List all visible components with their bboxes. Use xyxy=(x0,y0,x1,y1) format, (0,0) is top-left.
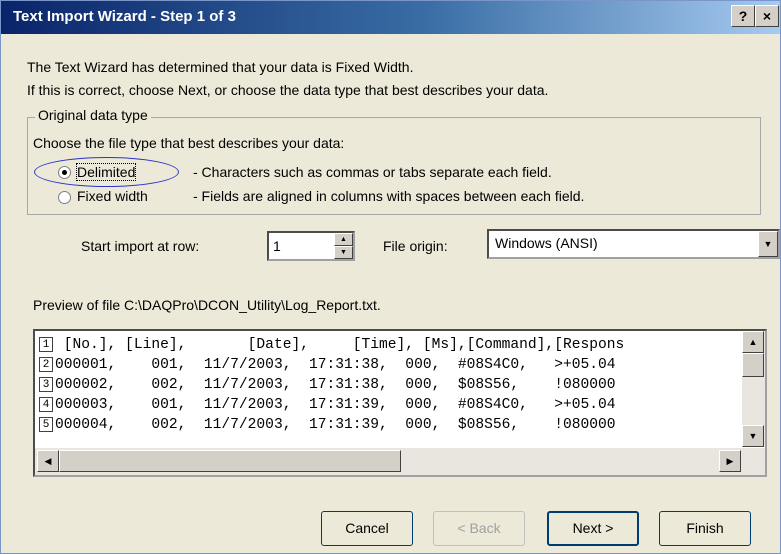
group-legend: Original data type xyxy=(35,107,151,123)
file-origin-label: File origin: xyxy=(383,238,448,254)
preview-label: Preview of file C:\DAQPro\DCON_Utility\L… xyxy=(33,297,381,313)
preview-line: 3 000002, 002, 11/7/2003, 17:31:38, 000,… xyxy=(35,375,740,395)
fixed-width-radio[interactable] xyxy=(58,191,71,204)
back-label: < Back xyxy=(457,520,501,536)
text-import-wizard-dialog: Text Import Wizard - Step 1 of 3 ? × The… xyxy=(0,0,781,554)
line-number: 3 xyxy=(39,377,53,392)
scroll-right-icon[interactable]: ▶ xyxy=(719,450,741,472)
file-preview[interactable]: 1 [No.], [Line], [Date], [Time], [Ms],[C… xyxy=(33,329,767,477)
file-type-prompt: Choose the file type that best describes… xyxy=(33,135,345,151)
back-button[interactable]: < Back xyxy=(433,511,525,546)
horizontal-scroll-thumb[interactable] xyxy=(59,450,401,472)
start-row-label: Start import at row: xyxy=(81,238,200,254)
window-title: Text Import Wizard - Step 1 of 3 xyxy=(13,8,236,25)
preview-text: 000001, 001, 11/7/2003, 17:31:38, 000, #… xyxy=(55,357,616,373)
preview-line: 1 [No.], [Line], [Date], [Time], [Ms],[C… xyxy=(35,335,740,355)
next-button[interactable]: Next > xyxy=(547,511,639,546)
file-origin-value: Windows (ANSI) xyxy=(495,235,598,251)
title-bar[interactable]: Text Import Wizard - Step 1 of 3 ? × xyxy=(1,1,780,34)
line-number: 4 xyxy=(39,397,53,412)
chevron-down-icon[interactable]: ▼ xyxy=(758,231,778,257)
cancel-button[interactable]: Cancel xyxy=(321,511,413,546)
preview-text: 000004, 002, 11/7/2003, 17:31:39, 000, $… xyxy=(55,417,616,433)
line-number: 5 xyxy=(39,417,53,432)
cancel-label: Cancel xyxy=(345,520,389,536)
horizontal-scrollbar[interactable]: ◀ ▶ xyxy=(35,448,765,475)
preview-line: 4 000003, 001, 11/7/2003, 17:31:39, 000,… xyxy=(35,395,740,415)
start-row-value: 1 xyxy=(273,238,281,254)
line-number: 2 xyxy=(39,357,53,372)
vertical-scroll-thumb[interactable] xyxy=(742,353,764,377)
preview-text: 000002, 002, 11/7/2003, 17:31:38, 000, $… xyxy=(55,377,616,393)
start-row-spinner[interactable]: 1 ▲ ▼ xyxy=(267,231,355,261)
preview-text: [No.], [Line], [Date], [Time], [Ms],[Com… xyxy=(55,337,625,353)
delimited-description: - Characters such as commas or tabs sepa… xyxy=(193,164,552,180)
preview-text: 000003, 001, 11/7/2003, 17:31:39, 000, #… xyxy=(55,397,616,413)
spin-up-icon[interactable]: ▲ xyxy=(334,233,353,246)
annotation-oval xyxy=(34,157,179,187)
close-button[interactable]: × xyxy=(755,5,779,27)
fixed-width-label[interactable]: Fixed width xyxy=(77,188,148,204)
finish-button[interactable]: Finish xyxy=(659,511,751,546)
vertical-scrollbar[interactable]: ▲ ▼ xyxy=(742,331,765,447)
preview-line: 2 000001, 001, 11/7/2003, 17:31:38, 000,… xyxy=(35,355,740,375)
intro-line-2: If this is correct, choose Next, or choo… xyxy=(27,82,549,98)
intro-line-1: The Text Wizard has determined that your… xyxy=(27,59,414,75)
finish-label: Finish xyxy=(686,520,724,536)
fixed-width-description: - Fields are aligned in columns with spa… xyxy=(193,188,585,204)
line-number: 1 xyxy=(39,337,53,352)
scroll-up-icon[interactable]: ▲ xyxy=(742,331,764,353)
next-label: Next > xyxy=(572,520,614,536)
spin-down-icon[interactable]: ▼ xyxy=(334,246,353,259)
file-origin-select[interactable]: Windows (ANSI) ▼ xyxy=(487,229,780,259)
scroll-down-icon[interactable]: ▼ xyxy=(742,425,764,447)
scroll-left-icon[interactable]: ◀ xyxy=(37,450,59,472)
help-button[interactable]: ? xyxy=(731,5,755,27)
preview-line: 5 000004, 002, 11/7/2003, 17:31:39, 000,… xyxy=(35,415,740,435)
